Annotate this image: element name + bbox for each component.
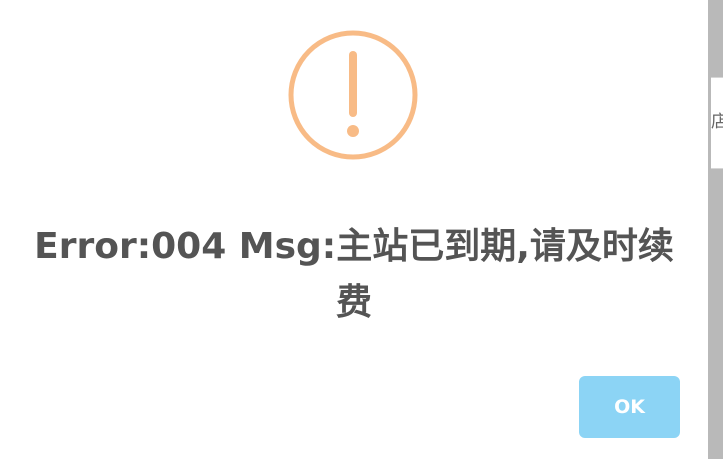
ok-button[interactable]: OK xyxy=(579,376,680,438)
error-message: Error:004 Msg:主站已到期,请及时续费 xyxy=(34,226,674,323)
warning-icon xyxy=(288,30,418,160)
error-dialog: Error:004 Msg:主站已到期,请及时续费 OK xyxy=(0,0,708,459)
background-partial-text: 店 xyxy=(711,112,723,132)
page-backdrop xyxy=(708,0,723,459)
background-panel: 店 xyxy=(711,77,723,169)
